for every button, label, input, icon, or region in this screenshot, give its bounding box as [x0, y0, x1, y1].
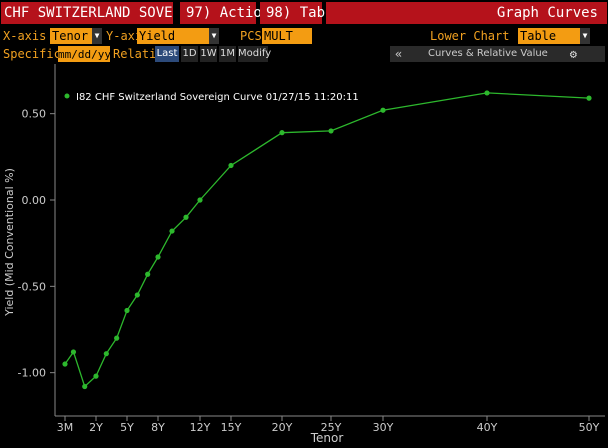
lower-chart-value: Table [520, 29, 557, 43]
x-tick-label: 25Y [321, 421, 342, 434]
period-modify-button[interactable]: Modify [238, 46, 271, 62]
xaxis-label: X-axis [3, 29, 47, 43]
legend: I82 CHF Switzerland Sovereign Curve 01/2… [64, 92, 359, 103]
curves-relative-value-button[interactable]: Curves & Relative Value [428, 46, 548, 62]
y-tick-label: -1.00 [18, 367, 46, 380]
xaxis-select[interactable]: Tenor ▼ [50, 28, 102, 44]
dropdown-arrow-icon: ▼ [580, 28, 590, 44]
data-point [197, 197, 203, 203]
gear-icon[interactable]: ⚙ [570, 46, 577, 62]
x-tick-label: 12Y [190, 421, 211, 434]
pcs-field[interactable]: MULT [262, 28, 312, 44]
chart-area: Yield (Mid Conventional %) Tenor 0.50 0.0… [0, 64, 608, 445]
data-point [228, 162, 234, 169]
series-line [64, 92, 590, 388]
data-point [124, 307, 130, 314]
period-1w-button[interactable]: 1W [200, 46, 217, 62]
data-point [169, 228, 175, 234]
security-title[interactable]: CHF SWITZERLAND SOVEREIGN [1, 2, 173, 24]
data-point [103, 351, 109, 357]
xaxis-value: Tenor [52, 29, 89, 43]
yaxis-value: Yield [139, 29, 176, 43]
table-button[interactable]: 98) Table [260, 2, 342, 24]
data-point [380, 107, 386, 113]
data-point [155, 254, 161, 260]
specific-label: Specific [3, 47, 61, 61]
data-point [114, 335, 120, 341]
data-point [70, 349, 77, 355]
specific-date-input[interactable]: mm/dd/yyyy [58, 46, 124, 62]
data-point [586, 95, 592, 101]
y-tick-label: 0.00 [22, 194, 47, 207]
dropdown-arrow-icon: ▼ [209, 28, 219, 44]
lower-chart-label: Lower Chart [430, 29, 510, 43]
yaxis-select[interactable]: Yield ▼ [137, 28, 219, 44]
x-ticks: 3M 2Y 5Y 8Y 12Y 15Y 20Y 25Y 30Y 40Y 50Y [57, 416, 600, 434]
period-1d-button[interactable]: 1D [181, 46, 198, 62]
period-1m-button[interactable]: 1M [219, 46, 236, 62]
data-point [134, 292, 140, 298]
data-point [62, 361, 68, 367]
data-point [328, 128, 334, 134]
data-point [183, 214, 189, 220]
collapse-icon[interactable]: « [395, 46, 402, 62]
x-tick-label: 40Y [477, 421, 498, 434]
actions-menu-button[interactable]: 97) Actions ▾ [180, 2, 293, 24]
y-ticks: 0.50 0.00 -0.50 -1.00 [18, 108, 55, 380]
curves-relative-bar: « Curves & Relative Value ⚙ [390, 46, 605, 62]
legend-marker [64, 93, 70, 99]
x-tick-label: 3M [57, 421, 74, 434]
dropdown-arrow-icon: ▼ [92, 28, 102, 44]
data-point [93, 373, 99, 379]
date-controls-row: Specific mm/dd/yyyy Relative Last 1D 1W … [0, 45, 608, 63]
pcs-label: PCS [240, 29, 262, 43]
y-tick-label: 0.50 [22, 108, 47, 121]
axis-controls-row: X-axis Tenor ▼ Y-axis Yield ▼ PCS MULT L… [0, 27, 608, 45]
x-tick-label: 50Y [579, 421, 600, 434]
x-tick-label: 15Y [221, 421, 242, 434]
series-layer [62, 90, 592, 390]
data-point [484, 90, 490, 96]
x-tick-label: 5Y [120, 421, 134, 434]
y-tick-label: -0.50 [18, 280, 46, 293]
x-tick-label: 30Y [373, 421, 394, 434]
data-point [279, 130, 285, 136]
data-point [82, 383, 88, 390]
x-tick-label: 2Y [89, 421, 103, 434]
pcs-value: MULT [264, 29, 293, 43]
legend-label: I82 CHF Switzerland Sovereign Curve 01/2… [76, 92, 359, 103]
period-last-button[interactable]: Last [155, 46, 179, 62]
y-axis-label: Yield (Mid Conventional %) [3, 168, 16, 317]
graph-curves-title: Graph Curves [496, 5, 598, 21]
x-tick-label: 8Y [151, 421, 165, 434]
x-tick-label: 20Y [272, 421, 293, 434]
data-point [145, 271, 151, 277]
lower-chart-select[interactable]: Table ▼ [518, 28, 590, 44]
header-bar: CHF SWITZERLAND SOVEREIGN 97) Actions ▾ … [0, 0, 608, 26]
yield-curve-chart: Yield (Mid Conventional %) Tenor 0.500.0… [3, 64, 605, 445]
